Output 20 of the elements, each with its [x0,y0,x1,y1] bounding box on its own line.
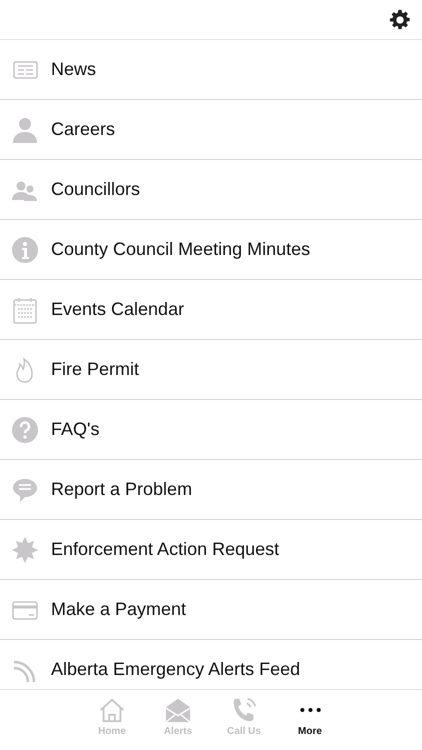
calendar-icon [11,296,39,324]
menu-item[interactable]: Events Calendar [0,280,422,340]
settings-icon[interactable] [389,8,411,30]
menu-item[interactable]: Careers [0,100,422,160]
menu-item[interactable]: FAQ's [0,400,422,460]
question-icon [11,416,39,444]
tab[interactable]: More [277,690,343,750]
menu-item[interactable]: Councillors [0,160,422,220]
person-icon [11,116,39,144]
menu-item[interactable]: Enforcement Action Request [0,520,422,580]
menu-item[interactable]: County Council Meeting Minutes [0,220,422,280]
menu-item[interactable]: News [0,40,422,100]
menu-item[interactable]: Fire Permit [0,340,422,400]
envelope-icon [164,696,192,724]
info-icon [11,236,39,264]
star-icon [11,536,39,564]
house-icon [98,696,126,724]
more-icon [300,708,320,712]
menu-item[interactable]: Report a Problem [0,460,422,520]
menu-item[interactable]: Make a Payment [0,580,422,640]
